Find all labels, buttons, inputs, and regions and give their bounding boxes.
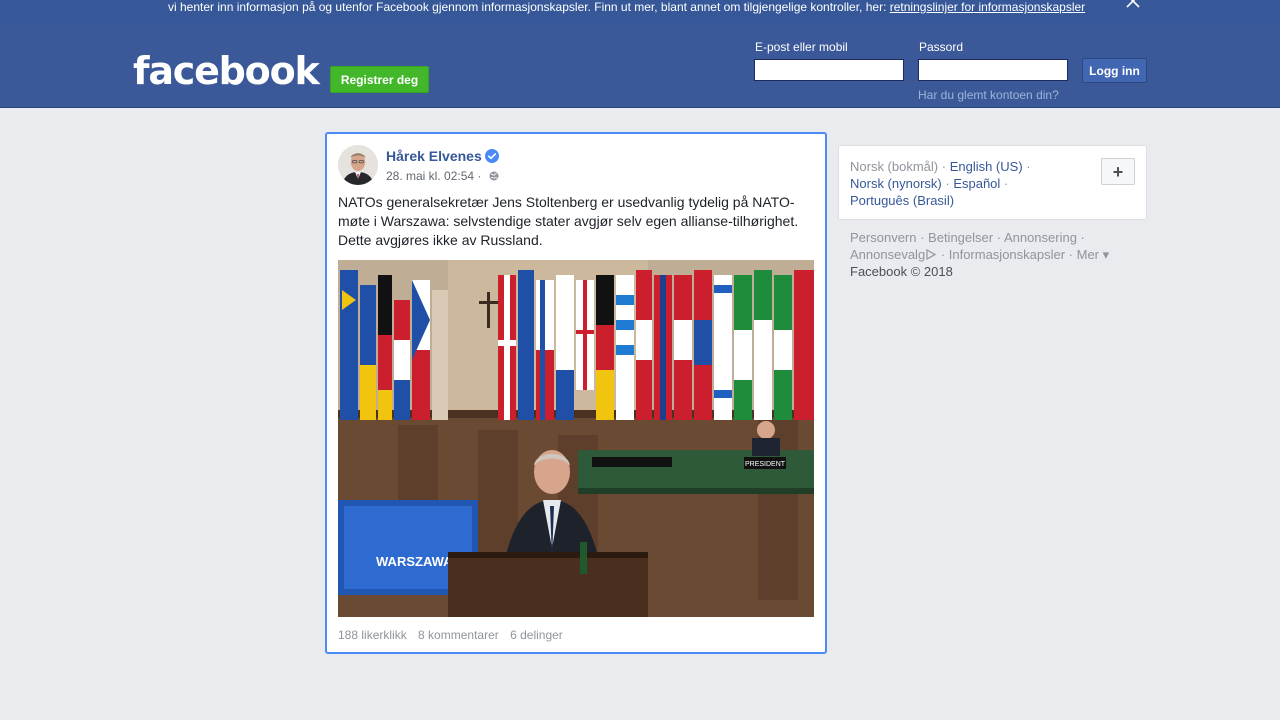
meta-separator: · bbox=[474, 169, 485, 183]
chevron-down-icon[interactable]: ▾ bbox=[1103, 247, 1110, 262]
comments-count[interactable]: 8 kommentarer bbox=[418, 628, 499, 642]
footer-links: Personvern · Betingelser · Annonsering ·… bbox=[850, 230, 1110, 279]
cookie-banner-text: vi henter inn informasjon på og utenfor … bbox=[168, 0, 1085, 14]
footer-link-cookies[interactable]: Informasjonskapsler bbox=[949, 247, 1065, 262]
password-label: Passord bbox=[919, 40, 964, 54]
email-field[interactable] bbox=[754, 59, 904, 81]
cookie-banner: vi henter inn informasjon på og utenfor … bbox=[0, 0, 1280, 25]
post-card: Hårek Elvenes 28. mai kl. 02:54 · NATOs … bbox=[325, 132, 827, 654]
post-text: NATOs generalsekretær Jens Stoltenberg e… bbox=[338, 194, 799, 248]
post-author-link[interactable]: Hårek Elvenes bbox=[386, 148, 482, 164]
language-selector: Norsk (bokmål) · English (US) · Norsk (n… bbox=[838, 145, 1147, 220]
footer-link-adchoices[interactable]: Annonsevalg bbox=[850, 247, 925, 262]
photo-desk-label: PRESIDENT bbox=[745, 461, 786, 468]
cookie-policy-link[interactable]: retningslinjer for informasjonskapsler bbox=[890, 0, 1085, 14]
verified-badge-icon bbox=[485, 149, 499, 163]
language-link-nynorsk[interactable]: Norsk (nynorsk) bbox=[850, 176, 942, 191]
language-list: Norsk (bokmål) · English (US) · Norsk (n… bbox=[850, 159, 1031, 208]
shares-count[interactable]: 6 delinger bbox=[510, 628, 563, 642]
forgot-account-link[interactable]: Har du glemt kontoen din? bbox=[918, 88, 1059, 102]
post-timestamp[interactable]: 28. mai kl. 02:54 bbox=[386, 169, 474, 183]
register-button[interactable]: Registrer deg bbox=[330, 66, 429, 93]
globe-icon[interactable] bbox=[489, 171, 499, 181]
avatar-photo bbox=[338, 145, 378, 185]
footer-link-more[interactable]: Mer bbox=[1077, 247, 1099, 262]
top-bar: facebook Registrer deg E-post eller mobi… bbox=[0, 25, 1280, 108]
more-languages-button[interactable]: + bbox=[1101, 158, 1135, 185]
language-link-portugues[interactable]: Português (Brasil) bbox=[850, 193, 954, 208]
close-icon[interactable] bbox=[1124, 0, 1142, 9]
post-photo[interactable]: PRESIDENT WARSZAWA 2018 bbox=[338, 260, 814, 617]
copyright: Facebook © 2018 bbox=[850, 264, 953, 279]
login-button[interactable]: Logg inn bbox=[1082, 58, 1147, 83]
footer-link-terms[interactable]: Betingelser bbox=[928, 230, 993, 245]
likes-count[interactable]: 188 likerklikk bbox=[338, 628, 407, 642]
password-field[interactable] bbox=[918, 59, 1068, 81]
email-label: E-post eller mobil bbox=[755, 40, 848, 54]
language-current: Norsk (bokmål) bbox=[850, 159, 939, 174]
footer-link-advertising[interactable]: Annonsering bbox=[1004, 230, 1077, 245]
language-link-english-us[interactable]: English (US) bbox=[950, 159, 1023, 174]
footer-link-privacy[interactable]: Personvern bbox=[850, 230, 916, 245]
post-meta: 28. mai kl. 02:54 · bbox=[386, 169, 499, 183]
cookie-banner-message: vi henter inn informasjon på og utenfor … bbox=[168, 0, 890, 14]
language-link-espanol[interactable]: Español bbox=[953, 176, 1000, 191]
post-stats: 188 likerklikk 8 kommentarer 6 delinger bbox=[338, 628, 571, 642]
facebook-logo[interactable]: facebook bbox=[133, 47, 320, 95]
adchoices-icon[interactable] bbox=[925, 249, 937, 260]
avatar[interactable] bbox=[338, 145, 378, 185]
